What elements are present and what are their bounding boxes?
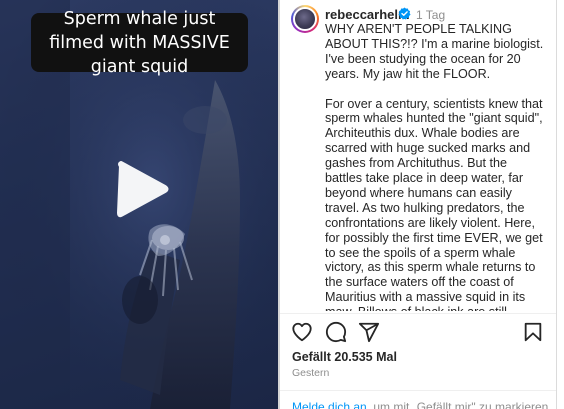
verified-badge-icon bbox=[398, 7, 411, 20]
username-link[interactable]: rebeccarhelm bbox=[325, 7, 410, 22]
share-icon[interactable] bbox=[358, 321, 380, 343]
panel-border bbox=[556, 0, 557, 409]
heart-icon[interactable] bbox=[291, 321, 313, 343]
panel-divider bbox=[278, 0, 280, 409]
section-divider bbox=[280, 390, 556, 391]
play-icon bbox=[117, 161, 169, 218]
comment-icon[interactable] bbox=[325, 321, 347, 343]
video-player[interactable]: Sperm whale just filmed with MASSIVE gia… bbox=[0, 0, 278, 409]
login-link[interactable]: Melde dich an bbox=[292, 400, 367, 409]
caption-paragraph: WHY AREN'T PEOPLE TALKING ABOUT THIS?!? … bbox=[325, 22, 544, 81]
video-overlay-title: Sperm whale just filmed with MASSIVE gia… bbox=[31, 9, 248, 77]
section-divider bbox=[280, 313, 556, 314]
avatar[interactable] bbox=[291, 5, 319, 33]
post-timestamp[interactable]: 1 Tag bbox=[416, 8, 445, 22]
caption-paragraph: For over a century, scientists knew that… bbox=[325, 96, 543, 311]
login-prompt-text: , um mit „Gefällt mir" zu markieren bbox=[366, 400, 549, 409]
post-caption: WHY AREN'T PEOPLE TALKING ABOUT THIS?!? … bbox=[325, 22, 547, 311]
play-button[interactable] bbox=[113, 160, 169, 218]
likes-count[interactable]: Gefällt 20.535 Mal bbox=[292, 350, 397, 364]
post-date: Gestern bbox=[292, 367, 330, 379]
login-prompt: Melde dich an, um mit „Gefällt mir" zu m… bbox=[292, 400, 548, 409]
bookmark-icon[interactable] bbox=[522, 321, 544, 343]
